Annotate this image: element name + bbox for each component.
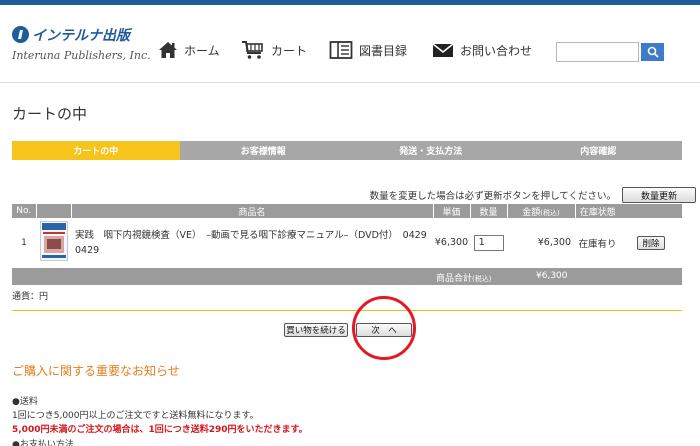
row-number: 1 bbox=[12, 218, 36, 269]
nav-home[interactable]: ホーム bbox=[158, 39, 220, 61]
product-code: 0429 bbox=[75, 244, 100, 256]
step-cart: カートの中 bbox=[12, 141, 180, 160]
col-amount-label: 金額 bbox=[522, 207, 541, 218]
col-quantity: 数量 bbox=[470, 204, 508, 218]
nav-cart[interactable]: カート bbox=[241, 39, 307, 61]
total-tax-label: (税込) bbox=[472, 275, 492, 283]
book-catalog-icon bbox=[329, 41, 353, 59]
quantity-cell: 1 bbox=[470, 218, 507, 269]
table-row: 1 実践 咽下内視鏡検査（VE） –動画で見る咽下診療マニュアル–（DVD付） … bbox=[12, 218, 682, 269]
annotation-circle bbox=[352, 296, 416, 360]
search-button[interactable] bbox=[641, 43, 664, 61]
cart-table: No. 商品名 単価 数量 金額(税込) 在庫状態 1 実践 咽下内視鏡検査（V… bbox=[12, 204, 682, 269]
cart-table-header: No. 商品名 単価 数量 金額(税込) 在庫状態 bbox=[12, 204, 682, 218]
delete-cell: 削除 bbox=[620, 218, 682, 269]
home-icon bbox=[159, 42, 177, 58]
section-divider bbox=[12, 310, 682, 311]
nav-catalog[interactable]: 図書目録 bbox=[329, 39, 407, 61]
total-label-group: 商品合計(税込) bbox=[436, 271, 491, 284]
unit-price: ¥6,300 bbox=[433, 218, 470, 269]
step-confirm: 内容確認 bbox=[514, 141, 682, 160]
total-value: ¥6,300 bbox=[536, 271, 568, 281]
logo-japanese-name: インテルナ出版 bbox=[32, 28, 130, 44]
nav-home-label: ホーム bbox=[184, 43, 220, 58]
col-product: 商品名 bbox=[71, 204, 434, 218]
stock-status: 在庫有り bbox=[575, 218, 620, 269]
update-quantity-button[interactable]: 数量更新 bbox=[622, 187, 696, 203]
cart-total-row: 商品合計(税込) ¥6,300 bbox=[12, 268, 682, 285]
logo-mark-icon bbox=[12, 26, 29, 43]
nav-contact[interactable]: お問い合わせ bbox=[432, 39, 532, 61]
col-no: No. bbox=[12, 204, 37, 218]
cart-icon bbox=[242, 41, 263, 59]
logo-english-name: Interuna Publishers, Inc. bbox=[12, 49, 151, 62]
mail-icon bbox=[432, 43, 454, 57]
product-name[interactable]: 実践 咽下内視鏡検査（VE） –動画で見る咽下診療マニュアル–（DVD付） 04… bbox=[75, 230, 427, 241]
product-cell: 実践 咽下内視鏡検査（VE） –動画で見る咽下診療マニュアル–（DVD付） 04… bbox=[71, 218, 433, 269]
total-label: 商品合計 bbox=[436, 274, 473, 284]
product-thumbnail[interactable] bbox=[36, 218, 71, 269]
product-cover-image bbox=[39, 221, 68, 262]
important-notice-title: ご購入に関する重要なお知らせ bbox=[12, 364, 180, 378]
continue-shopping-button[interactable]: 買い物を続ける bbox=[284, 323, 348, 337]
col-thumbnail bbox=[36, 204, 72, 218]
payment-heading: ●お支払い方法 bbox=[12, 440, 74, 446]
col-unit-price: 単価 bbox=[433, 204, 471, 218]
col-stock: 在庫状態 bbox=[575, 204, 620, 218]
quantity-update-notice: 数量を変更した場合は必ず更新ボタンを押してください。 bbox=[369, 191, 616, 202]
shipping-fee-warning: 5,000円未満のご注文の場合は、1回につき送料290円をいただきます。 bbox=[12, 425, 308, 435]
step-customer-info: お客様情報 bbox=[179, 141, 347, 160]
shipping-free-info: 1回につき5,000円以上のご注文ですと送料無料になります。 bbox=[12, 411, 259, 421]
checkout-steps: カートの中 お客様情報 発送・支払方法 内容確認 bbox=[12, 141, 682, 160]
currency-label: 通貨：円 bbox=[12, 292, 49, 302]
quantity-input[interactable]: 1 bbox=[473, 234, 504, 251]
col-amount: 金額(税込) bbox=[507, 204, 576, 218]
site-logo[interactable]: インテルナ出版 Interuna Publishers, Inc. bbox=[12, 25, 151, 69]
nav-contact-label: お問い合わせ bbox=[460, 43, 533, 58]
search-icon bbox=[647, 46, 659, 58]
col-amount-tax-label: (税込) bbox=[540, 208, 560, 217]
delete-button[interactable]: 削除 bbox=[637, 235, 665, 250]
nav-catalog-label: 図書目録 bbox=[359, 43, 408, 58]
shipping-heading: ●送料 bbox=[12, 397, 38, 407]
step-shipping-payment: 発送・支払方法 bbox=[347, 141, 515, 160]
page-title: カートの中 bbox=[12, 105, 88, 123]
site-header: インテルナ出版 Interuna Publishers, Inc. ホーム カー… bbox=[0, 5, 700, 83]
col-actions bbox=[620, 204, 682, 218]
nav-cart-label: カート bbox=[271, 43, 308, 58]
line-amount: ¥6,300 bbox=[507, 218, 575, 269]
search-input[interactable] bbox=[556, 42, 639, 62]
